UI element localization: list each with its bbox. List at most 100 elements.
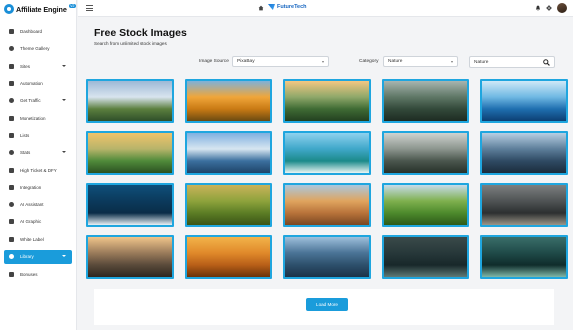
sidebar-item-label: Stats [20,150,31,156]
bell-icon[interactable] [535,5,541,11]
home-icon[interactable] [258,5,264,11]
stock-image [383,185,467,225]
stock-image [186,185,270,225]
chevron-down-icon [62,64,66,67]
sidebar-item-get-traffic[interactable]: Get Traffic [0,92,76,109]
stock-image-thumbnail[interactable] [86,183,174,227]
search-icon[interactable] [543,59,550,66]
globe-icon [9,63,14,69]
stock-image [186,133,270,173]
sidebar-item-stats[interactable]: Stats [0,144,76,161]
gift-icon [9,272,14,277]
stock-image-thumbnail[interactable] [283,131,371,175]
sidebar-item-automation[interactable]: Automation [0,75,76,92]
chevron-down-icon [451,61,453,63]
sidebar-item-high-ticket-dfy[interactable]: High Ticket & DFY [0,161,76,178]
category-select[interactable]: Nature [383,56,458,67]
stock-image-thumbnail[interactable] [86,79,174,123]
main-content: Free Stock Images Search from unlimited … [78,18,573,330]
chart-icon [9,98,14,104]
stock-image-thumbnail[interactable] [86,235,174,279]
menu-toggle-icon[interactable] [86,5,93,11]
stock-image-thumbnail[interactable] [381,183,469,227]
stock-image-thumbnail[interactable] [283,235,371,279]
stock-image-thumbnail[interactable] [480,131,568,175]
sidebar-item-label: AI Assistant [20,202,44,208]
site-switcher[interactable]: FutureTech [268,4,307,10]
sidebar-item-label: Bonuses [20,272,38,277]
robot-icon [9,81,14,87]
sidebar-item-integration[interactable]: Integration [0,179,76,196]
stock-image [383,237,467,277]
site-name: FutureTech [277,4,307,10]
sidebar-item-monetization[interactable]: Monetization [0,109,76,126]
stock-image [383,133,467,173]
stock-image-thumbnail[interactable] [184,235,272,279]
sidebar: Affiliate Engine V2 Dashboard Theme Galle… [0,0,77,330]
brand[interactable]: Affiliate Engine V2 [0,0,76,18]
stock-image-thumbnail[interactable] [283,79,371,123]
stock-image [186,81,270,121]
stock-image [88,185,172,225]
brand-logo-icon [4,4,14,14]
load-more-button[interactable]: Load More [306,298,348,311]
stock-image [383,81,467,121]
stock-image [285,185,369,225]
stock-image-thumbnail[interactable] [184,79,272,123]
sidebar-item-label: Sites [20,63,31,69]
stock-image [88,237,172,277]
sidebar-item-label: White Label [20,236,44,242]
futuretech-logo-icon [268,4,275,10]
sidebar-item-theme-gallery[interactable]: Theme Gallery [0,40,76,57]
palette-icon [9,46,14,52]
stock-image-thumbnail[interactable] [381,79,469,123]
assistant-icon [9,202,14,208]
sidebar-item-label: Monetization [20,115,46,121]
chevron-down-icon [62,151,66,154]
stock-image [482,237,566,277]
sidebar-nav: Dashboard Theme Gallery Sites Automation Get… [0,23,76,283]
sidebar-item-ai-assistant[interactable]: AI Assistant [0,196,76,213]
sidebar-item-sites[interactable]: Sites [0,58,76,75]
gear-icon[interactable] [546,5,552,11]
sidebar-item-bonuses[interactable]: Bonuses [0,266,76,283]
stock-image-thumbnail[interactable] [381,235,469,279]
search-box [469,56,555,68]
stock-image [482,133,566,173]
top-bar-actions [535,3,567,13]
stock-image-thumbnail[interactable] [283,183,371,227]
load-more-area: Load More [94,289,554,325]
search-input[interactable] [470,57,540,67]
stock-image [88,133,172,173]
chevron-down-icon [62,99,66,102]
stock-image-thumbnail[interactable] [480,79,568,123]
stock-image [285,133,369,173]
stock-image-thumbnail[interactable] [86,131,174,175]
sidebar-item-white-label[interactable]: White Label [0,231,76,248]
stock-image-thumbnail[interactable] [184,131,272,175]
app-root: Affiliate Engine V2 Dashboard Theme Galle… [0,0,573,330]
stock-image-thumbnail[interactable] [381,131,469,175]
sidebar-item-dashboard[interactable]: Dashboard [0,23,76,40]
sidebar-item-library[interactable]: Library [4,249,72,264]
stock-image [482,81,566,121]
image-source-select[interactable]: PixaBay [232,56,329,67]
ticket-icon [9,167,14,173]
stock-image-thumbnail[interactable] [480,235,568,279]
stock-image-thumbnail[interactable] [184,183,272,227]
library-icon [9,254,14,260]
sidebar-item-ai-graphic[interactable]: AI Graphic [0,213,76,230]
sidebar-item-lists[interactable]: Lists [0,127,76,144]
sidebar-item-label: AI Graphic [20,219,42,225]
stock-image [88,81,172,121]
image-source-label: Image Source [199,59,229,64]
top-bar: FutureTech [78,0,573,17]
tag-icon [9,236,14,242]
stock-image-thumbnail[interactable] [480,183,568,227]
sidebar-item-label: High Ticket & DFY [20,167,57,173]
plug-icon [9,184,14,190]
sidebar-item-label: Theme Gallery [20,46,50,52]
user-avatar[interactable] [557,3,567,13]
sidebar-item-label: Lists [20,132,30,138]
list-icon [9,132,14,138]
